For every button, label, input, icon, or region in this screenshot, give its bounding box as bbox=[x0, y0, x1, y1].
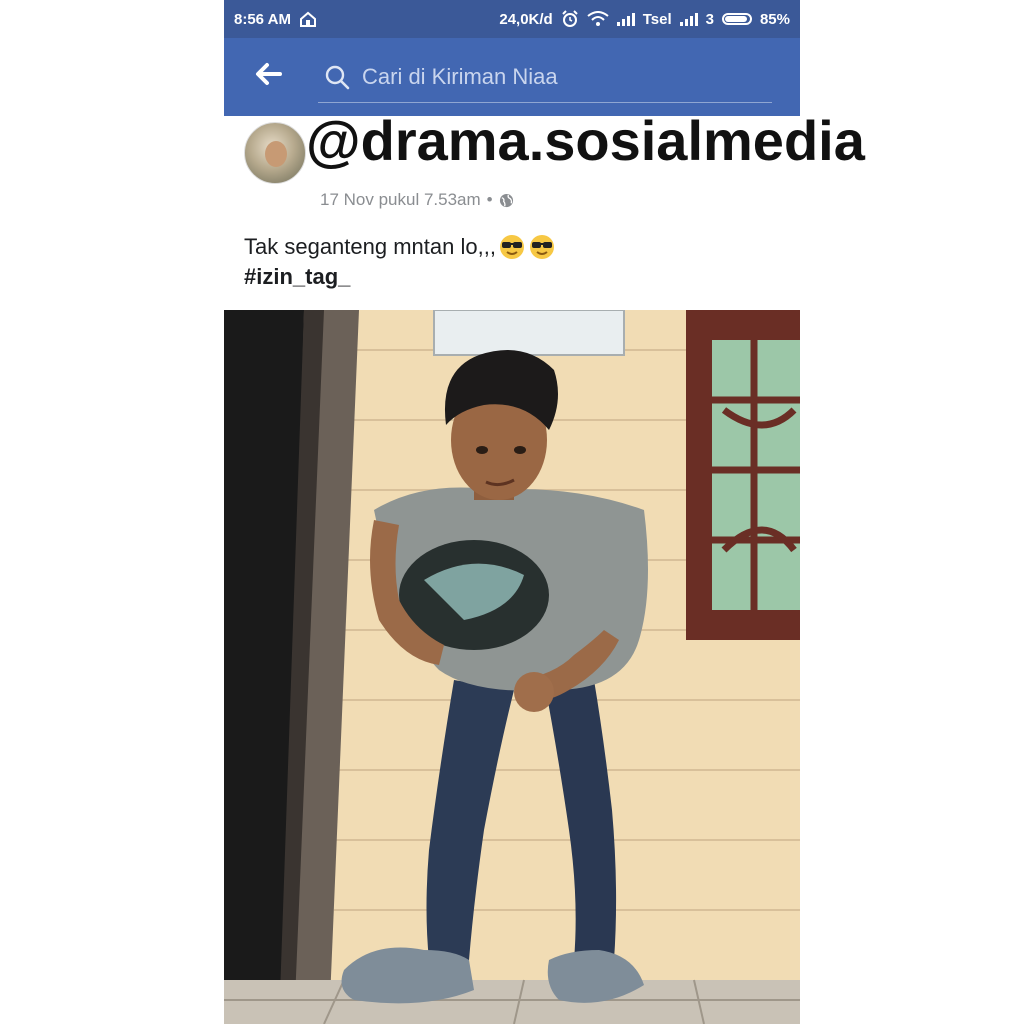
carrier-name: Tsel bbox=[642, 10, 672, 28]
status-bar: 8:56 AM 24,0K/d Tsel 3 85% bbox=[224, 0, 800, 38]
back-button[interactable] bbox=[254, 61, 294, 93]
search-nav-bar bbox=[224, 38, 800, 116]
sunglasses-emoji-icon bbox=[528, 233, 556, 261]
timestamp-text: 17 Nov pukul 7.53am bbox=[320, 190, 481, 209]
status-time: 8:56 AM bbox=[234, 10, 291, 28]
caption-text: Tak seganteng mntan lo,,, bbox=[244, 234, 496, 259]
search-icon bbox=[324, 64, 350, 90]
watermark-text: @drama.sosialmedia bbox=[306, 109, 865, 172]
battery-icon bbox=[721, 13, 752, 25]
network-speed: 24,0K/d bbox=[499, 10, 553, 28]
timestamp-separator: • bbox=[486, 190, 493, 209]
post-timestamp[interactable]: 17 Nov pukul 7.53am • bbox=[320, 190, 514, 210]
battery-percent: 85% bbox=[759, 10, 790, 28]
search-input[interactable] bbox=[360, 62, 744, 91]
alarm-icon bbox=[562, 10, 578, 27]
sunglasses-emoji-icon bbox=[498, 233, 526, 261]
signal-icon bbox=[616, 12, 635, 26]
post-photo[interactable] bbox=[224, 310, 800, 1024]
wifi-icon bbox=[587, 11, 609, 26]
hashtag-link[interactable]: #izin_tag_ bbox=[244, 262, 556, 292]
arrow-left-icon bbox=[256, 63, 282, 85]
home-notification-icon bbox=[299, 11, 316, 27]
avatar[interactable] bbox=[244, 122, 306, 184]
network-type: 3 bbox=[705, 10, 714, 28]
globe-icon bbox=[499, 193, 513, 207]
signal-icon bbox=[679, 12, 698, 26]
search-bar[interactable] bbox=[318, 52, 772, 103]
post-caption: Tak seganteng mntan lo,,, #izin_tag_ bbox=[244, 232, 556, 292]
